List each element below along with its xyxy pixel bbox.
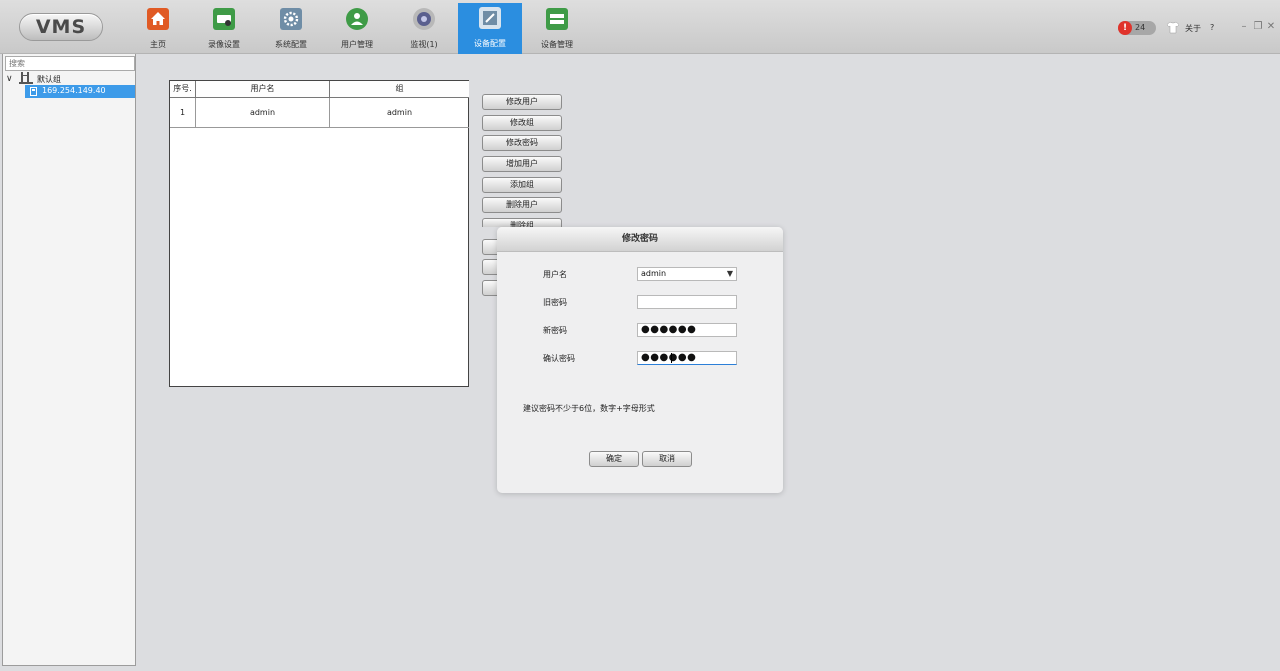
camera-icon [413,8,435,30]
about-link[interactable]: 关于 [1185,23,1201,34]
user-table: 序号. 用户名 组 1 admin admin [169,80,469,387]
delete-group-button[interactable]: 删除组 [482,218,562,227]
nav-monitor-label: 监视(1) [410,40,438,49]
modify-user-button[interactable]: 修改用户 [482,94,562,110]
nav-system-config[interactable]: 系统配置 [259,4,323,54]
password-hint: 建议密码不少于6位，数字+字母形式 [523,404,655,413]
nav-recording-settings-label: 录像设置 [208,40,240,49]
top-toolbar: VMS 主页 录像设置 系统配置 用户管理 监视(1) 设备配置 设备管理 ! … [0,0,1280,54]
old-password-field[interactable] [637,295,737,309]
change-password-button[interactable]: 修改密码 [482,135,562,151]
username-label: 用户名 [543,270,567,279]
column-header-index[interactable]: 序号. [170,81,196,98]
nav-home[interactable]: 主页 [126,4,190,54]
cancel-button[interactable]: 取消 [642,451,692,467]
minimize-button[interactable]: – [1239,20,1249,34]
username-select-value: admin [641,269,667,278]
dialog-title[interactable]: 修改密码 [497,227,783,252]
confirm-password-label: 确认密码 [543,354,575,363]
tree-device-label: 169.254.149.40 [42,86,106,95]
add-user-button[interactable]: 增加用户 [482,156,562,172]
alert-badge[interactable]: ! 24 [1118,21,1156,35]
alert-count: 24 [1135,23,1146,32]
app-logo: VMS [19,13,103,41]
text-caret [671,353,672,363]
ok-button[interactable]: 确定 [589,451,639,467]
nav-monitor[interactable]: 监视(1) [392,4,456,54]
column-header-username[interactable]: 用户名 [196,81,330,98]
nav-device-management-label: 设备管理 [541,40,573,49]
user-management-icon [346,8,368,30]
device-config-icon [479,7,501,29]
nav-user-management-label: 用户管理 [341,40,373,49]
nav-user-management[interactable]: 用户管理 [325,4,389,54]
delete-user-button[interactable]: 删除用户 [482,197,562,213]
nav-device-config[interactable]: 设备配置 [458,3,522,54]
nav-device-config-label: 设备配置 [474,39,506,48]
shirt-icon[interactable] [1166,21,1180,34]
modify-group-button[interactable]: 修改组 [482,115,562,131]
help-icon[interactable]: ? [1210,23,1214,32]
restore-button[interactable]: ❐ [1253,20,1263,34]
tree-device-item[interactable]: 169.254.149.40 [25,85,135,98]
home-icon [147,8,169,30]
nav-recording-settings[interactable]: 录像设置 [192,4,256,54]
table-cell-group[interactable]: admin [330,98,469,128]
dropdown-arrow-icon: ▼ [726,269,733,278]
chevron-down-icon[interactable]: ∨ [6,74,13,84]
device-management-icon [546,8,568,30]
recording-settings-icon [213,8,235,30]
username-select[interactable]: admin ▼ [637,267,737,281]
new-password-label: 新密码 [543,326,567,335]
search-input[interactable] [5,56,135,71]
group-icon [18,72,34,84]
new-password-field[interactable]: ●●●●●● [637,323,737,337]
column-header-group[interactable]: 组 [330,81,469,98]
nav-device-management[interactable]: 设备管理 [525,4,589,54]
alert-icon: ! [1118,21,1132,35]
device-tree-panel: ∨ 默认组 169.254.149.40 [2,54,136,666]
confirm-password-value: ●●●●●● [641,352,697,363]
confirm-password-field[interactable]: ●●●●●● [637,351,737,365]
table-cell-index[interactable]: 1 [170,98,196,128]
device-icon [30,87,37,96]
gear-icon [280,8,302,30]
close-button[interactable]: ✕ [1266,20,1276,34]
tree-group-label[interactable]: 默认组 [37,74,61,85]
old-password-label: 旧密码 [543,298,567,307]
table-cell-username[interactable]: admin [196,98,330,128]
nav-system-config-label: 系统配置 [275,40,307,49]
nav-home-label: 主页 [150,40,166,49]
add-group-button[interactable]: 添加组 [482,177,562,193]
change-password-dialog: 修改密码 用户名 admin ▼ 旧密码 新密码 ●●●●●● 确认密码 ●●●… [497,227,783,493]
